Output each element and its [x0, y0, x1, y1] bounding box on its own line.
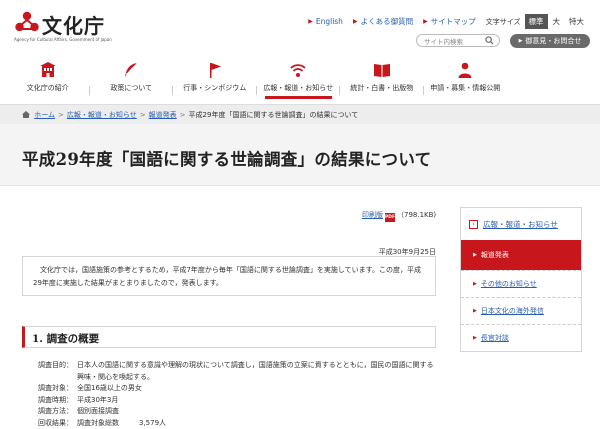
- triangle-right-icon: ▶: [473, 335, 477, 341]
- gnav-item-applications[interactable]: 申請・募集・情報公開: [424, 60, 508, 100]
- sidebar-item-culture-overseas[interactable]: ▶ 日本文化の海外発信: [461, 297, 581, 324]
- sitemap-link[interactable]: ▶ サイトマップ: [423, 16, 476, 27]
- search-icon[interactable]: [485, 36, 494, 45]
- pdf-icon: PDF: [385, 213, 396, 222]
- person-icon: [458, 62, 472, 78]
- breadcrumb: ホーム > 広報・報道・お知らせ > 報道発表 > 平成29年度「国語に関する世論調査」の結…: [0, 104, 600, 124]
- sidebar-item-other-notices[interactable]: ▶ その他のお知らせ: [461, 270, 581, 297]
- gnav-label: 政策について: [110, 84, 153, 92]
- overview-row: 回収結果： 調査対象総数 3,579人: [38, 418, 438, 429]
- gnav-item-policy[interactable]: 政策について: [90, 60, 173, 100]
- opinion-contact-button[interactable]: ▶ 御意見・お問合せ: [510, 34, 590, 48]
- section-heading-overview: 1. 調査の概要: [22, 326, 436, 348]
- gnav-label: 広報・報道・お知らせ: [263, 84, 334, 92]
- triangle-right-icon: ▶: [473, 281, 477, 287]
- faq-link[interactable]: ▶ よくある御質問: [353, 16, 413, 27]
- sidebar-item-label: 長官対談: [480, 334, 509, 342]
- triangle-right-icon: ▶: [308, 18, 313, 25]
- overview-value: 全国16歳以上の男女: [77, 384, 142, 392]
- overview-label: 調査対象：: [38, 384, 73, 392]
- intro-text: 文化庁では，国語施策の参考とするため，平成7年度から毎年「国語に関する世論調査」…: [33, 266, 421, 287]
- triangle-right-icon: ▶: [473, 252, 477, 258]
- gnav-label: 統計・白書・出版物: [350, 84, 414, 92]
- flag-icon: [209, 63, 221, 78]
- intro-box: 文化庁では，国語施策の参考とするため，平成7年度から毎年「国語に関する世論調査」…: [22, 256, 436, 296]
- triangle-right-icon: ▶: [352, 18, 358, 25]
- triangle-right-icon: ▶: [423, 18, 428, 25]
- english-label: English: [315, 17, 343, 26]
- sidebar-item-label: 日本文化の海外発信: [480, 307, 544, 315]
- search-placeholder: サイト内検索: [424, 38, 463, 46]
- site-search-input[interactable]: サイト内検索: [416, 34, 500, 47]
- gnav-label: 行事・シンポジウム: [183, 84, 247, 92]
- overview-subvalue: 調査対象総数: [77, 418, 119, 427]
- sidebar-heading[interactable]: › 広報・報道・お知らせ: [461, 208, 581, 240]
- overview-label: 回収結果：: [38, 418, 73, 427]
- breadcrumb-separator: >: [58, 111, 64, 119]
- overview-row: 調査目的： 日本人の国語に関する意識や理解の現状について調査し，国語施策の立案に…: [38, 360, 438, 383]
- survey-overview: 調査目的： 日本人の国語に関する意識や理解の現状について調査し，国語施策の立案に…: [38, 360, 438, 429]
- sidebar: › 広報・報道・お知らせ ▶ 報道発表 ▶ その他のお知らせ ▶ 日本文化の海外発信 ▶…: [460, 207, 582, 352]
- breadcrumb-home-link[interactable]: ホーム: [34, 111, 55, 119]
- overview-value: 日本人の国語に関する意識や理解の現状について調査し，国語施策の立案に資するととも…: [77, 361, 434, 381]
- font-size-standard-button[interactable]: 標準: [524, 14, 548, 29]
- sidebar-item-press-releases[interactable]: ▶ 報道発表: [461, 240, 581, 270]
- overview-label: 調査方法：: [38, 407, 73, 415]
- overview-row: 調査方法： 個別面接調査: [38, 406, 438, 418]
- gnav-item-press[interactable]: 広報・報道・お知らせ: [257, 60, 340, 100]
- page-title: 平成29年度「国語に関する世論調査」の結果について: [22, 150, 432, 169]
- faq-label: よくある御質問: [360, 17, 414, 26]
- book-icon: [373, 64, 390, 77]
- font-size-xlarge-button[interactable]: 特大: [565, 14, 588, 29]
- sitemap-label: サイトマップ: [430, 17, 476, 26]
- gnav-label: 申請・募集・情報公開: [430, 84, 501, 92]
- print-version-link[interactable]: 印刷版: [362, 211, 383, 219]
- triangle-right-icon: ▶: [473, 308, 477, 314]
- breadcrumb-separator: >: [179, 111, 186, 119]
- pdf-file-size: （798.1KB): [397, 211, 437, 219]
- site-logo[interactable]: 文化庁 Agency for Cultural Affairs, Governm…: [14, 8, 124, 44]
- overview-value: 調査対象総数 3,579人: [77, 418, 438, 429]
- font-size-large-button[interactable]: 大: [549, 14, 565, 29]
- building-icon: [39, 62, 56, 77]
- overview-label: 調査時期：: [38, 395, 73, 404]
- sidebar-item-commissioner-talks[interactable]: ▶ 長官対談: [461, 324, 581, 351]
- opinion-label: 御意見・お問合せ: [525, 37, 582, 45]
- logo-text: 文化庁: [42, 14, 105, 38]
- gnav-item-about[interactable]: 文化庁の紹介: [6, 60, 90, 100]
- breadcrumb-current: 平成29年度「国語に関する世論調査」の結果について: [188, 111, 359, 119]
- sidebar-item-label: 報道発表: [480, 251, 509, 259]
- sidebar-item-label: その他のお知らせ: [480, 280, 537, 288]
- logo-subtitle: Agency for Cultural Affairs, Government …: [14, 37, 112, 42]
- utility-links: ▶ English ▶ よくある御質問 ▶ サイトマップ 文字サイズ 標準 大 特大: [308, 14, 588, 29]
- home-icon: [22, 111, 30, 118]
- font-size-label: 文字サイズ: [485, 17, 521, 26]
- overview-number: 3,579人: [139, 418, 167, 427]
- agency-logo-icon: [15, 11, 39, 32]
- overview-value: 個別面接調査: [77, 407, 119, 415]
- feather-icon: [125, 62, 138, 77]
- site-header: 文化庁 Agency for Cultural Affairs, Governm…: [0, 0, 600, 52]
- english-link[interactable]: ▶ English: [308, 17, 343, 26]
- breadcrumb-separator: >: [139, 111, 146, 119]
- triangle-right-icon: ▶: [518, 38, 523, 44]
- overview-row: 調査時期： 平成30年3月: [38, 395, 438, 407]
- overview-value: 平成30年3月: [77, 395, 119, 404]
- title-band: 平成29年度「国語に関する世論調査」の結果について: [0, 124, 600, 186]
- sidebar-heading-label: 広報・報道・お知らせ: [483, 219, 558, 229]
- breadcrumb-press-link[interactable]: 広報・報道・お知らせ: [67, 111, 137, 119]
- overview-row: 調査対象： 全国16歳以上の男女: [38, 383, 438, 395]
- overview-label: 調査目的：: [38, 361, 73, 369]
- gnav-label: 文化庁の紹介: [26, 84, 69, 92]
- active-indicator: [264, 96, 332, 99]
- gnav-item-events[interactable]: 行事・シンポジウム: [173, 60, 257, 100]
- broadcast-icon: [290, 64, 306, 77]
- breadcrumb-releases-link[interactable]: 報道発表: [149, 111, 177, 119]
- gnav-item-statistics[interactable]: 統計・白書・出版物: [340, 60, 424, 100]
- pdf-download: 印刷版 PDF （798.1KB): [362, 210, 436, 222]
- global-nav: 文化庁の紹介 政策について 行事・シンポジウム 広報・報道・お知らせ 統計・白書…: [0, 60, 600, 100]
- chevron-right-icon: ›: [469, 219, 478, 229]
